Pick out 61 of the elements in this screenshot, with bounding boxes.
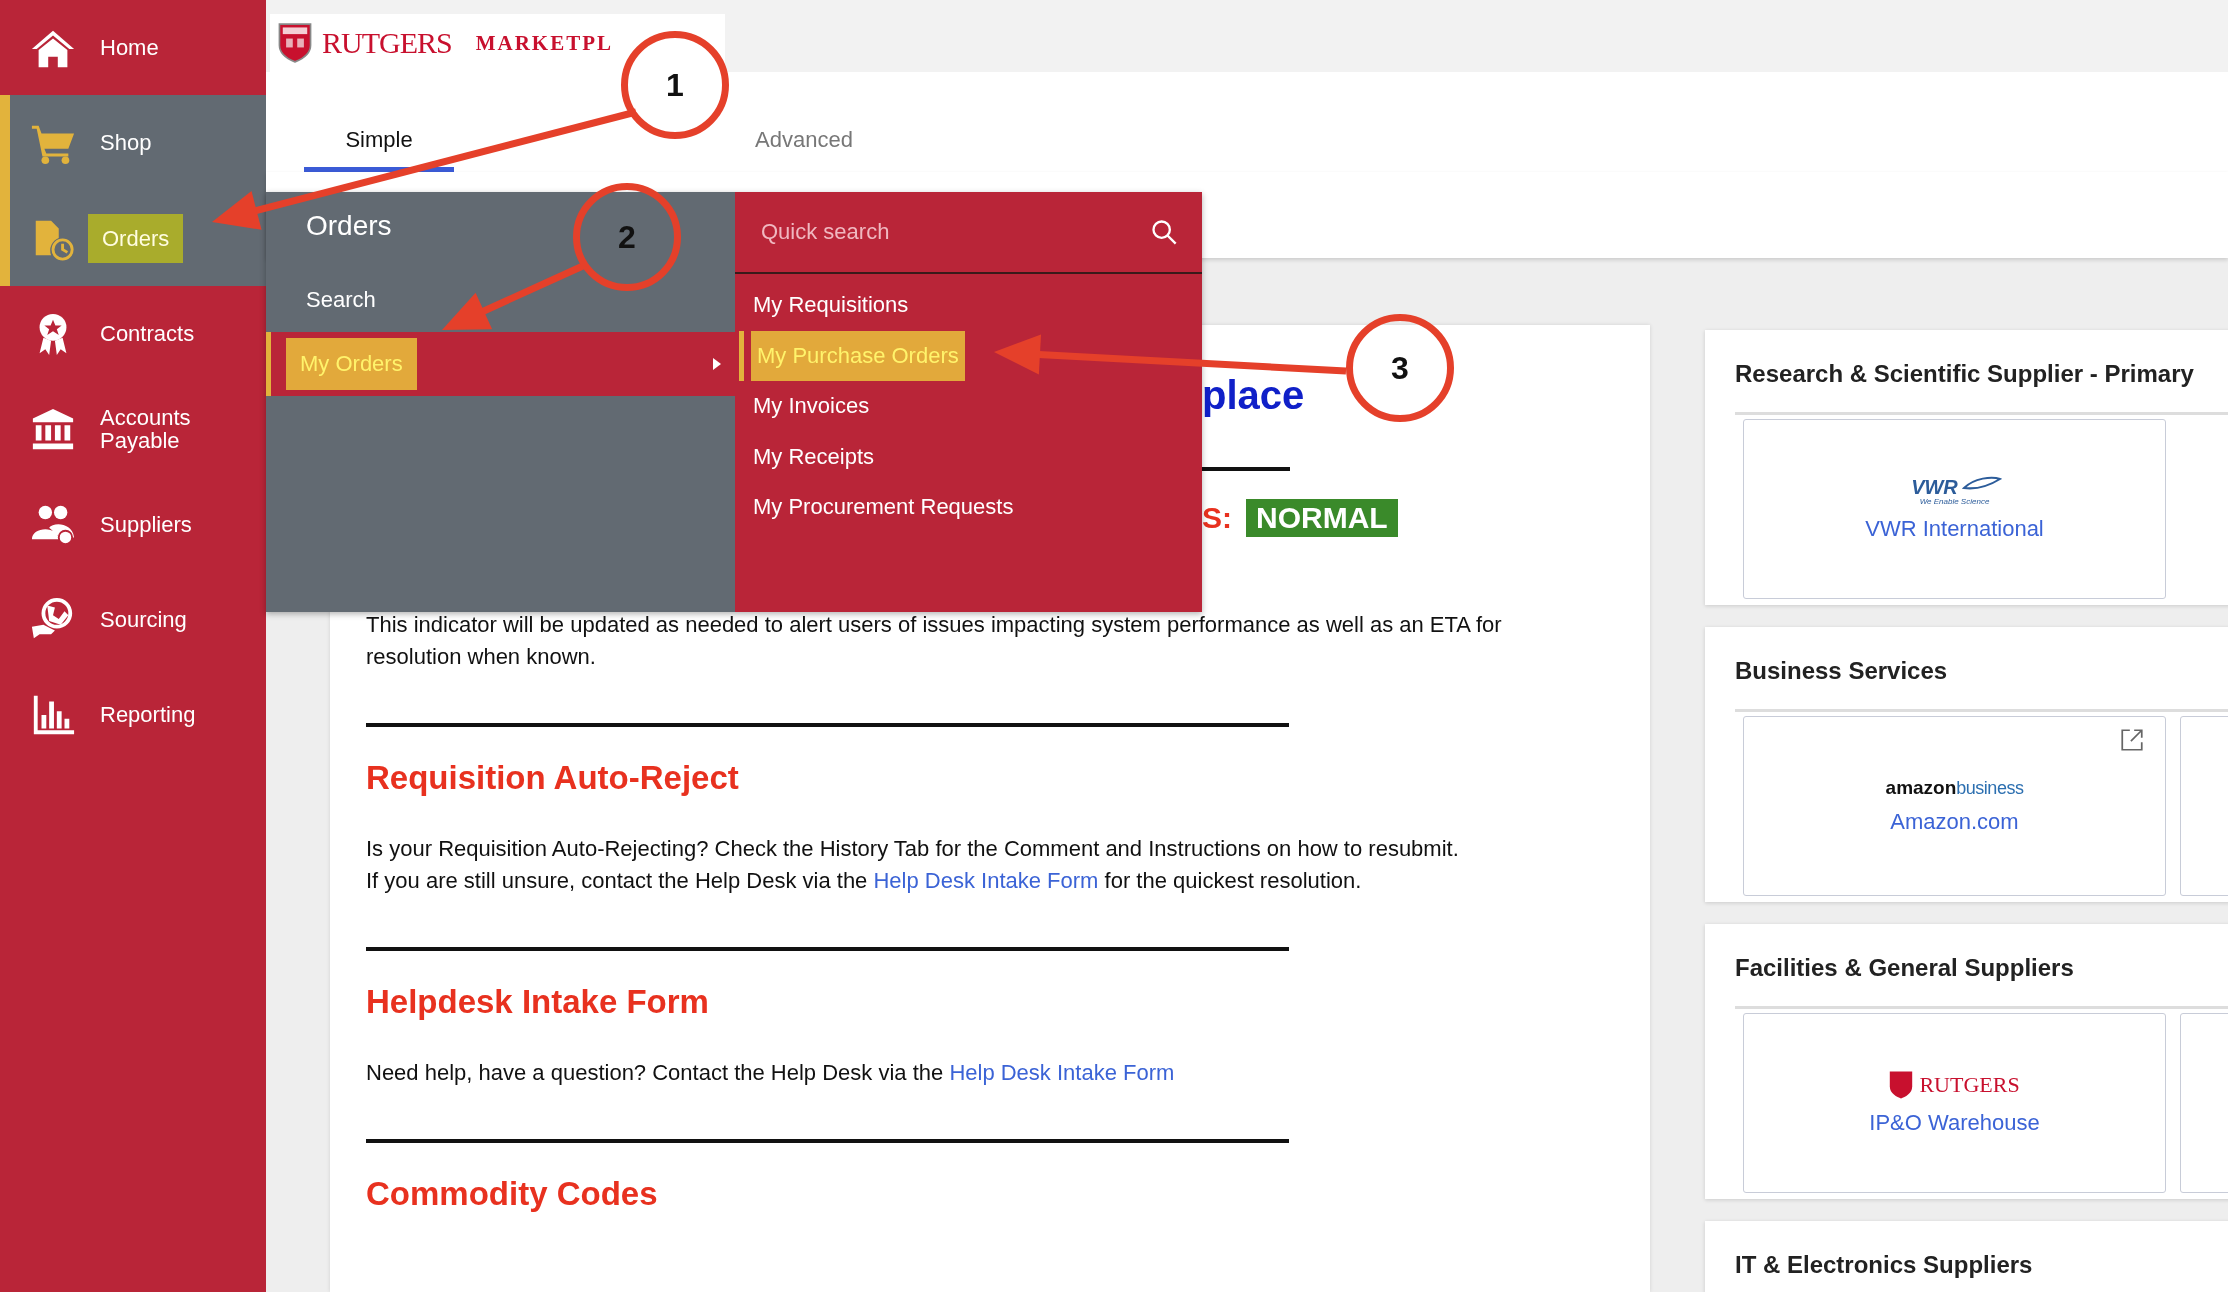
external-link-icon[interactable] xyxy=(2119,727,2145,753)
submenu-label: My Procurement Requests xyxy=(753,494,1014,521)
supplier-tile[interactable]: amazonbusiness Amazon.com xyxy=(1743,716,2166,896)
supplier-tile[interactable]: RUTGERS IP&O Warehouse xyxy=(1743,1013,2166,1193)
supplier-logo: amazonbusiness xyxy=(1885,777,2024,799)
supplier-link[interactable]: IP&O Warehouse xyxy=(1869,1110,2040,1136)
submenu-label: My Requisitions xyxy=(753,292,909,319)
sidebar-label: Sourcing xyxy=(99,607,188,631)
callout-number: 2 xyxy=(573,183,681,291)
menu-label: Search xyxy=(306,287,376,313)
shield-icon xyxy=(278,23,312,63)
paragraph: Is your Requisition Auto-Rejecting? Check the History Tab for the Comment and Instructions on how to resubmit. If you are still unsure, contact the Help Desk via the Help Desk Intake Form for the quickest resolution. xyxy=(366,835,1460,895)
sidebar-label: Contracts xyxy=(99,322,196,346)
sidebar-item[interactable]: Accounts Payable xyxy=(0,381,266,477)
sidebar-item[interactable]: Suppliers xyxy=(0,476,266,572)
supplier-tile[interactable]: VWR We Enable Science VWR International xyxy=(1743,419,2166,599)
sidebar-item[interactable]: Reporting xyxy=(0,667,266,763)
submenu-item[interactable]: My Receipts xyxy=(735,431,1202,482)
card-title: Business Services xyxy=(1735,656,1949,685)
card-title: IT & Electronics Suppliers xyxy=(1735,1250,2034,1279)
supplier-link[interactable]: Amazon.com xyxy=(1890,809,2019,835)
sidebar-label: Suppliers xyxy=(99,512,193,536)
callout-number: 1 xyxy=(621,31,729,139)
card-title: Facilities & General Suppliers xyxy=(1735,953,2075,982)
menu-label: My Orders xyxy=(286,338,417,390)
submenu-item[interactable]: My Invoices xyxy=(735,381,1202,432)
help-desk-link[interactable]: Help Desk Intake Form xyxy=(949,1060,1175,1085)
section-heading: Commodity Codes xyxy=(366,1175,659,1213)
sidebar-item[interactable]: Contracts xyxy=(0,285,266,382)
sidebar-label: Orders xyxy=(88,213,184,263)
sidebar-item[interactable]: Shop xyxy=(0,95,266,191)
sidebar-label: Shop xyxy=(99,131,153,155)
status-badge: NORMAL xyxy=(1246,499,1398,537)
supplier-logo: RUTGERS xyxy=(1889,1070,2020,1100)
paragraph: This indicator will be updated as needed to alert users of issues impacting system performance as well as an ETA for resolution when known. xyxy=(366,611,1503,671)
sidebar-item[interactable]: Home xyxy=(0,0,266,96)
quick-search-field[interactable]: Quick search xyxy=(759,218,1150,246)
section-heading: Requisition Auto-Reject xyxy=(366,759,740,797)
section-heading: Helpdesk Intake Form xyxy=(366,983,710,1021)
sidebar-label: Reporting xyxy=(99,703,197,727)
paragraph: Need help, have a question? Contact the Help Desk via the Help Desk Intake Form xyxy=(366,1059,1176,1087)
callout-number: 3 xyxy=(1346,314,1454,422)
leaf-icon xyxy=(1961,476,2002,492)
supplier-link[interactable]: VWR International xyxy=(1865,516,2044,542)
submenu-item[interactable]: My Procurement Requests xyxy=(735,482,1202,533)
submenu-label: My Receipts xyxy=(753,443,875,470)
submenu-item[interactable]: My Requisitions xyxy=(735,280,1202,331)
help-desk-link[interactable]: Help Desk Intake Form xyxy=(873,868,1099,893)
card-title: Research & Scientific Supplier - Primary xyxy=(1735,359,2195,388)
search-icon[interactable] xyxy=(1150,218,1178,246)
page-heading: place xyxy=(1202,375,1306,415)
tab[interactable]: Advanced xyxy=(729,127,879,172)
submenu-label: My Invoices xyxy=(753,393,870,420)
submenu-label: My Purchase Orders xyxy=(751,330,965,381)
status-label: S: xyxy=(1202,501,1232,535)
logo[interactable]: RUTGERS MARKETPL xyxy=(270,14,725,72)
sidebar-label: Accounts Payable xyxy=(99,405,192,452)
sidebar-label: Home xyxy=(99,36,160,60)
menu-title: Orders xyxy=(306,210,392,241)
supplier-logo: VWR We Enable Science xyxy=(1911,476,1998,506)
sidebar-item[interactable]: Sourcing xyxy=(0,571,266,668)
